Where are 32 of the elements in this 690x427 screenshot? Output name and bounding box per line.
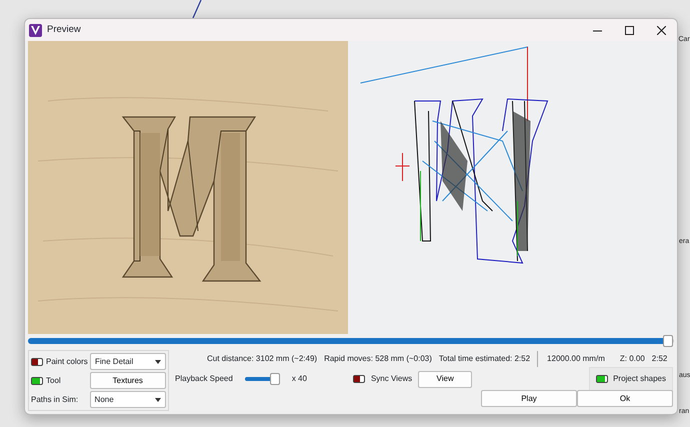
close-icon[interactable] <box>656 26 666 34</box>
toggle-switch[interactable] <box>352 375 365 383</box>
speed-slider-handle[interactable] <box>270 373 280 385</box>
option-label: Paint colors <box>46 356 88 368</box>
rapid-moves-text: Rapid moves: 528 mm (~0:03) <box>324 353 432 365</box>
window-title: Preview <box>47 22 81 37</box>
sync-views-label: Sync Views <box>370 373 412 385</box>
dropdown[interactable]: None <box>90 391 166 408</box>
progress-handle[interactable] <box>662 335 673 347</box>
desktop-line <box>192 0 202 18</box>
project-shapes-label: Project shapes <box>613 373 666 385</box>
maximize-icon[interactable] <box>624 26 634 34</box>
ok-button[interactable]: Ok <box>577 390 673 407</box>
speed-reading: x 40 <box>292 373 307 385</box>
app-logo-icon <box>29 24 42 36</box>
total-time-text: Total time estimated: 2:52 <box>438 353 530 365</box>
caret-icon <box>155 360 161 364</box>
cut-distance-text: Cut distance: 3102 mm (~2:49) <box>207 353 318 365</box>
playback-speed-label: Playback Speed <box>175 373 233 385</box>
z-position-text: Z: 0.00 <box>620 353 645 365</box>
caret-icon <box>155 398 161 402</box>
toggle-switch[interactable] <box>31 376 43 384</box>
option-label: Paths in Sim: <box>31 394 78 406</box>
option-label: Tool <box>46 374 61 386</box>
elapsed-time-text: 2:52 <box>652 353 668 365</box>
view-button[interactable]: View <box>418 370 472 388</box>
toggle-switch[interactable] <box>596 375 608 383</box>
feed-rate-text: 12000.00 mm/m <box>547 353 605 365</box>
textures-button[interactable]: Textures <box>90 372 166 389</box>
toggle-switch[interactable] <box>31 358 43 366</box>
dropdown[interactable]: Fine Detail <box>90 353 166 370</box>
play-button[interactable]: Play <box>481 390 577 407</box>
